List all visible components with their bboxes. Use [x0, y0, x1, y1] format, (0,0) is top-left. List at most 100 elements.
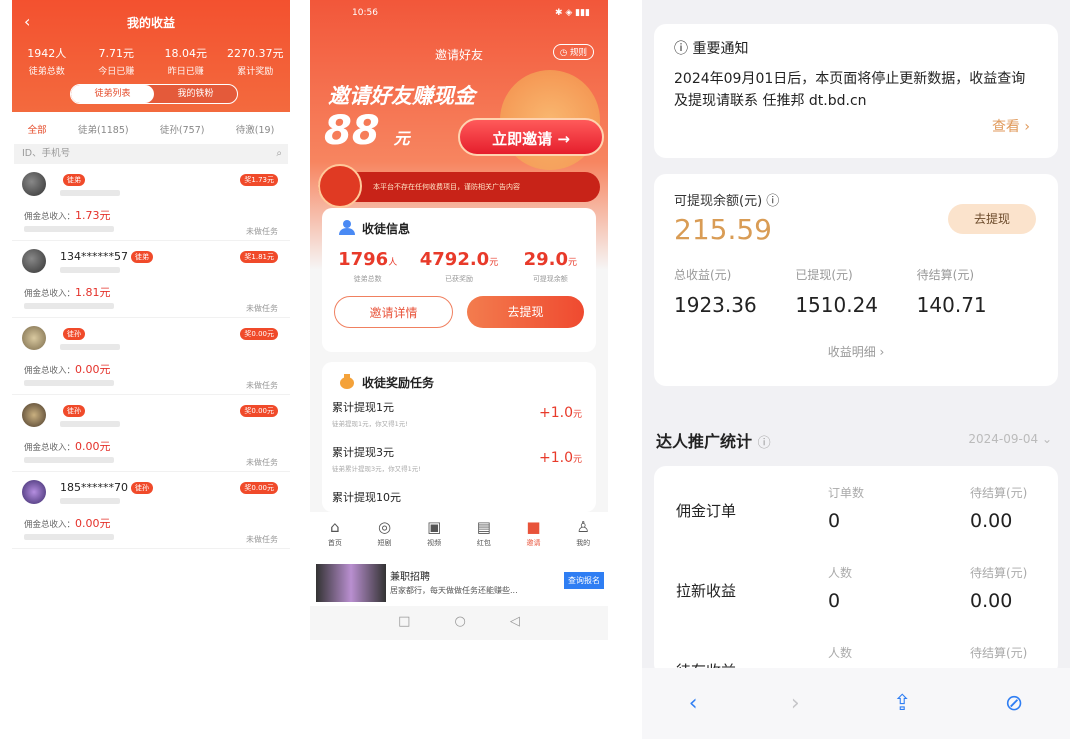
relation-badge: 徒孙	[63, 328, 85, 340]
bottom-tab-bar: ⌂ 首页 ◎ 短剧 ▣ 视频 ▤ 红包 ■ 邀请 ♙ 我的	[310, 512, 608, 558]
reward-badge: 奖0.00元	[240, 482, 278, 494]
stat-rewards: 4792.0元 已获奖励	[419, 249, 499, 283]
list-item[interactable]: 134******57 徒弟 奖1.81元 佣金总收入：1.81元 未做任务	[12, 241, 290, 318]
rules-button[interactable]: ◷ 规则	[552, 44, 594, 60]
forward-icon[interactable]: ›	[791, 691, 800, 716]
tab-disciple-list[interactable]: 徒弟列表	[71, 85, 154, 103]
tab-red-packet[interactable]: ▤ 红包	[459, 512, 509, 558]
promo-stats-card: 佣金订单 订单数 0 待结算(元) 0.00 拉新收益 人数 0 待结算(元) …	[654, 466, 1058, 680]
relation-badge: 徒孙	[63, 405, 85, 417]
stats-row: 1942人 徒弟总数 7.71元 今日已赚 18.04元 昨日已赚 2270.37元累…	[12, 45, 290, 77]
back-triangle-icon[interactable]: ◁	[510, 614, 520, 629]
segment-control: 徒弟列表 我的铁粉	[70, 84, 238, 104]
task-item[interactable]: 累计提现1元 徒弟提现1元，你又得1元! +1.0元	[322, 391, 596, 436]
user-phone: 185******70 徒孙	[60, 481, 153, 494]
invite-now-button[interactable]: 立即邀请 →	[458, 118, 604, 156]
withdrawn-amount: 已提现(元) 1510.24	[795, 268, 879, 317]
income-info-title: 收徒信息	[322, 208, 596, 237]
avatar	[22, 326, 46, 350]
commission-total: 佣金总收入：0.00元	[24, 363, 111, 376]
stat-yesterday: 18.04元 昨日已赚	[164, 47, 208, 77]
balance-card: 可提现余额(元) ⓘ 215.59 去提现 总收益(元) 1923.36 已提现(…	[654, 174, 1058, 386]
relation-badge: 徒弟	[63, 174, 85, 186]
list-item[interactable]: 徒孙 奖0.00元 佣金总收入：0.00元 未做任务	[12, 318, 290, 395]
total-earnings: 总收益(元) 1923.36	[674, 268, 757, 317]
user-phone: 徒弟	[60, 173, 85, 186]
recents-icon[interactable]: □	[398, 614, 410, 629]
earnings-header: ‹ 我的收益 1942人 徒弟总数 7.71元 今日已赚 18.04元 昨日已赚 22…	[12, 0, 290, 112]
reward-task-card: 收徒奖励任务 累计提现1元 徒弟提现1元，你又得1元! +1.0元 累计提现3元…	[322, 362, 596, 512]
gift-icon: ■	[526, 518, 541, 536]
reward-badge: 奖0.00元	[240, 328, 278, 340]
user-icon	[339, 220, 355, 235]
filter-tabs: 全部 徒弟(1185) 徒孙(757) 待激(19)	[12, 122, 290, 136]
compass-icon[interactable]: ⊘	[1005, 691, 1023, 716]
avatar	[22, 249, 46, 273]
task-status: 未做任务	[246, 381, 278, 390]
red-packet-icon[interactable]	[318, 164, 362, 208]
android-nav-bar: □ ○ ◁	[310, 614, 608, 629]
share-icon[interactable]: ⇪	[893, 691, 911, 716]
task-status: 未做任务	[246, 304, 278, 313]
list-item[interactable]: 185******70 徒孙 奖0.00元 佣金总收入：0.00元 未做任务	[12, 472, 290, 549]
reward-amount: 88 元	[324, 108, 410, 154]
person-icon: ♙	[576, 518, 590, 536]
commission-total: 佣金总收入：1.73元	[24, 209, 111, 222]
info-icon[interactable]: ⓘ	[766, 194, 779, 209]
list-item[interactable]: 徒孙 奖0.00元 佣金总收入：0.00元 未做任务	[12, 395, 290, 472]
tab-short-drama[interactable]: ◎ 短剧	[360, 512, 410, 558]
redacted-info	[24, 534, 114, 540]
tab-my-fans[interactable]: 我的铁粉	[154, 85, 237, 103]
back-icon[interactable]: ‹	[689, 691, 698, 716]
stat-row: 佣金订单 订单数 0 待结算(元) 0.00	[676, 486, 1028, 532]
home-circle-icon[interactable]: ○	[454, 614, 465, 629]
filter-all[interactable]: 全部	[28, 122, 47, 136]
task-reward: +1.0元	[538, 450, 582, 466]
tab-me[interactable]: ♙ 我的	[558, 512, 608, 558]
stat-today: 7.71元 今日已赚	[98, 47, 135, 77]
tab-video[interactable]: ▣ 视频	[409, 512, 459, 558]
earnings-detail-link[interactable]: 收益明细 ›	[674, 343, 1038, 360]
filter-disciples[interactable]: 徒弟(1185)	[78, 122, 129, 136]
filter-grand-disciples[interactable]: 徒孙(757)	[160, 122, 205, 136]
income-info-card: 收徒信息 1796人 徒弟总数 4792.0元 已获奖励 29.0元 可提现余额 邀请…	[322, 208, 596, 352]
date-selector[interactable]: 2024-09-04 ⌄	[968, 432, 1052, 446]
redacted-id	[60, 267, 120, 273]
relation-badge: 徒弟	[131, 251, 153, 263]
commission-total: 佣金总收入：0.00元	[24, 517, 111, 530]
invite-detail-button[interactable]: 邀请详情	[334, 296, 453, 328]
withdraw-button[interactable]: 去提现	[948, 204, 1036, 234]
commission-total: 佣金总收入：1.81元	[24, 286, 111, 299]
task-item[interactable]: 累计提现3元 徒弟累计提现3元，你又得1元! +1.0元	[322, 436, 596, 481]
ad-banner[interactable]: 兼职招聘 居家都行，每天做做任务还能赚些... 查询报名	[310, 558, 608, 606]
stat-disciples: 1942人 徒弟总数	[27, 47, 67, 77]
search-icon[interactable]: ⌕	[276, 144, 282, 164]
section-title: 达人推广统计 ⓘ	[656, 432, 771, 451]
info-icon[interactable]: ⓘ	[758, 436, 771, 451]
filter-pending[interactable]: 待激(19)	[236, 122, 275, 136]
search-input[interactable]: ID、手机号 ⌕	[14, 144, 288, 164]
earnings-overview-screen: ⓘ 重要通知 2024年09月01日后，本页面将停止更新数据，收益查询及提现请联…	[642, 0, 1070, 739]
stat-withdrawable: 29.0元 可提现余额	[523, 249, 578, 283]
ad-signup-button[interactable]: 查询报名	[564, 572, 604, 589]
redacted-info	[24, 380, 114, 386]
page-title: 我的收益	[126, 16, 175, 30]
invite-friends-screen: 10:56 ✱ ◈ ▮▮▮ 邀请好友 ◷ 规则 邀请好友赚现金 88 元 立即邀…	[310, 0, 608, 640]
task-reward: +1.0元	[538, 405, 582, 421]
view-more-link[interactable]: 查看 ›	[992, 116, 1030, 136]
my-earnings-screen: ‹ 我的收益 1942人 徒弟总数 7.71元 今日已赚 18.04元 昨日已赚 22…	[12, 0, 290, 560]
user-phone: 徒孙	[60, 327, 85, 340]
reward-badge: 奖1.73元	[240, 174, 278, 186]
status-icons: ✱ ◈ ▮▮▮	[554, 8, 590, 18]
tab-invite[interactable]: ■ 邀请	[509, 512, 559, 558]
notice-card: ⓘ 重要通知 2024年09月01日后，本页面将停止更新数据，收益查询及提现请联…	[654, 24, 1058, 158]
notice-body: 2024年09月01日后，本页面将停止更新数据，收益查询及提现请联系 任推邦 d…	[674, 71, 1026, 109]
stat-total: 2270.37元 累计奖励	[227, 47, 284, 77]
search-placeholder: ID、手机号	[22, 148, 71, 159]
task-item[interactable]: 累计提现10元	[322, 481, 596, 504]
redacted-info	[24, 226, 114, 232]
user-phone: 134******57 徒弟	[60, 250, 153, 263]
list-item[interactable]: 徒弟 奖1.73元 佣金总收入：1.73元 未做任务	[12, 164, 290, 241]
withdraw-button[interactable]: 去提现	[467, 296, 584, 328]
tab-home[interactable]: ⌂ 首页	[310, 512, 360, 558]
